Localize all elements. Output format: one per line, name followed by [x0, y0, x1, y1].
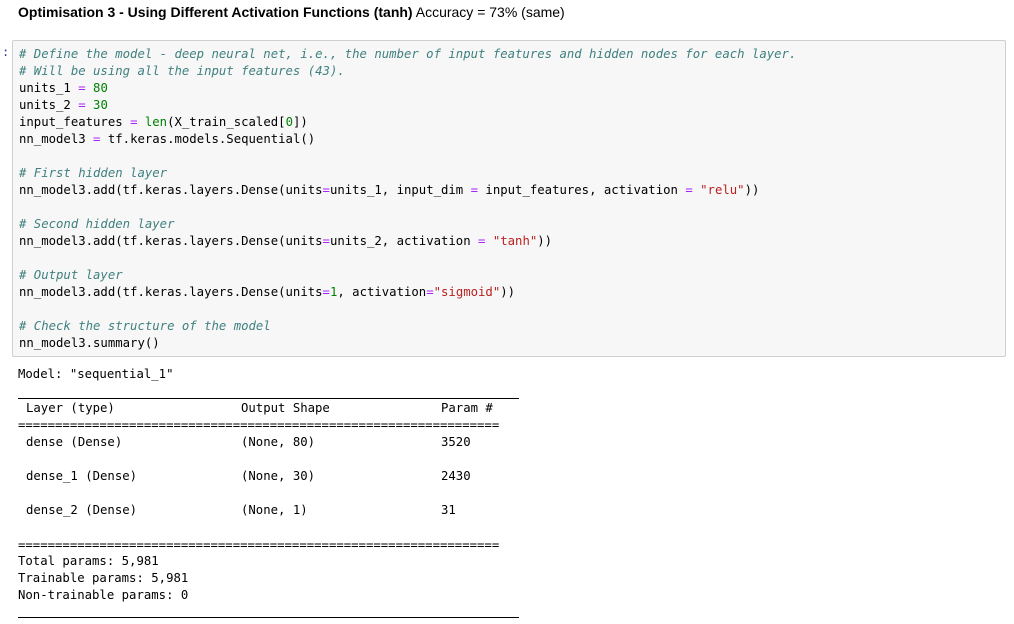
code-token: (X_train_scaled[: [167, 115, 286, 129]
header-param-count: Param #: [441, 401, 493, 415]
code-token: , activation: [337, 285, 427, 299]
table-row-2-shape: (None, 1): [241, 503, 308, 517]
table-row-2-layer: dense_2 (Dense): [26, 503, 138, 517]
code-line: units_1 = 80: [19, 81, 108, 95]
code-line: nn_model3.add(tf.keras.layers.Dense(unit…: [19, 234, 552, 248]
code-token: =: [78, 81, 86, 95]
table-row-1-shape: (None, 30): [241, 469, 316, 483]
rule-bottom: [18, 617, 519, 618]
code-token: units_2: [19, 98, 79, 112]
table-row-0-shape: (None, 80): [241, 435, 316, 449]
code-line: # Will be using all the input features (…: [19, 64, 345, 78]
code-token: nn_model3.summary(): [19, 336, 160, 350]
heading-accuracy: Accuracy = 73% (same): [412, 4, 565, 20]
code-token: 30: [93, 98, 108, 112]
code-line: # Output layer: [19, 268, 123, 282]
code-token: # Second hidden layer: [19, 217, 175, 231]
code-line: input_features = len(X_train_scaled[0]): [19, 115, 308, 129]
heading-title: Optimisation 3 - Using Different Activat…: [18, 4, 413, 20]
code-line: # Check the structure of the model: [19, 319, 271, 333]
total-params: Total params: 5,981: [18, 554, 159, 568]
code-line: nn_model3.add(tf.keras.layers.Dense(unit…: [19, 285, 515, 299]
code-token: # Will be using all the input features (…: [19, 64, 345, 78]
code-token: )): [500, 285, 516, 299]
code-line: # First hidden layer: [19, 166, 167, 180]
code-token: =: [685, 183, 693, 197]
rule-double-footer: ========================================…: [18, 541, 500, 549]
code-token: nn_model3: [19, 132, 94, 146]
code-line: # Define the model - deep neural net, i.…: [19, 47, 796, 61]
code-token: len: [144, 115, 168, 129]
code-token: input_features, activation: [478, 183, 686, 197]
non-trainable-params: Non-trainable params: 0: [18, 588, 189, 602]
rule-double-header: ========================================…: [18, 421, 500, 429]
table-row-0-layer: dense (Dense): [26, 435, 123, 449]
code-line: units_2 = 30: [19, 98, 108, 112]
code-token: =: [78, 98, 86, 112]
code-token: # Output layer: [19, 268, 123, 282]
code-token: nn_model3.add(tf.keras.layers.Dense(unit…: [19, 234, 323, 248]
code-editor[interactable]: # Define the model - deep neural net, i.…: [19, 46, 796, 352]
table-row-1-params: 2430: [441, 469, 471, 483]
code-token: # First hidden layer: [19, 166, 168, 180]
code-cell[interactable]: # Define the model - deep neural net, i.…: [12, 40, 1006, 357]
code-token: =: [322, 285, 330, 299]
code-token: units_1: [19, 81, 79, 95]
code-token: # Check the structure of the model: [19, 319, 271, 333]
code-token: nn_model3.add(tf.keras.layers.Dense(unit…: [19, 183, 323, 197]
code-token: )): [537, 234, 553, 248]
code-line: nn_model3 = tf.keras.models.Sequential(): [19, 132, 315, 146]
code-token: tf.keras.models.Sequential(): [100, 132, 316, 146]
code-token: =: [470, 183, 479, 197]
rule-top: [18, 398, 519, 399]
code-token: input_features: [19, 115, 131, 129]
code-token: =: [322, 183, 330, 197]
table-row-1-layer: dense_1 (Dense): [26, 469, 138, 483]
code-line: # Second hidden layer: [19, 217, 174, 231]
code-token: 80: [93, 81, 108, 95]
code-token: nn_model3.add(tf.keras.layers.Dense(unit…: [19, 285, 323, 299]
code-token: )): [744, 183, 760, 197]
model-name-line: Model: "sequential_1": [18, 367, 174, 381]
code-token: units_2, activation: [329, 234, 479, 248]
cell-prompt: :: [2, 45, 10, 59]
header-layer-type: Layer (type): [26, 401, 115, 415]
header-output-shape: Output Shape: [241, 401, 330, 415]
code-token: =: [426, 285, 434, 299]
code-token: units_1, input_dim: [329, 183, 471, 197]
table-row-0-params: 3520: [441, 435, 471, 449]
code-line: nn_model3.add(tf.keras.layers.Dense(unit…: [19, 183, 759, 197]
code-token: =: [322, 234, 330, 248]
table-row-2-params: 31: [441, 503, 456, 517]
markdown-heading: Optimisation 3 - Using Different Activat…: [18, 3, 565, 21]
code-token: # Define the model - deep neural net, i.…: [19, 47, 797, 61]
trainable-params: Trainable params: 5,981: [18, 571, 189, 585]
code-token: ]): [292, 115, 308, 129]
code-line: nn_model3.summary(): [19, 336, 160, 350]
code-token: "relu": [700, 183, 745, 197]
code-token: "tanh": [492, 234, 538, 248]
code-token: 0: [285, 115, 293, 129]
code-token: "sigmoid": [433, 285, 501, 299]
